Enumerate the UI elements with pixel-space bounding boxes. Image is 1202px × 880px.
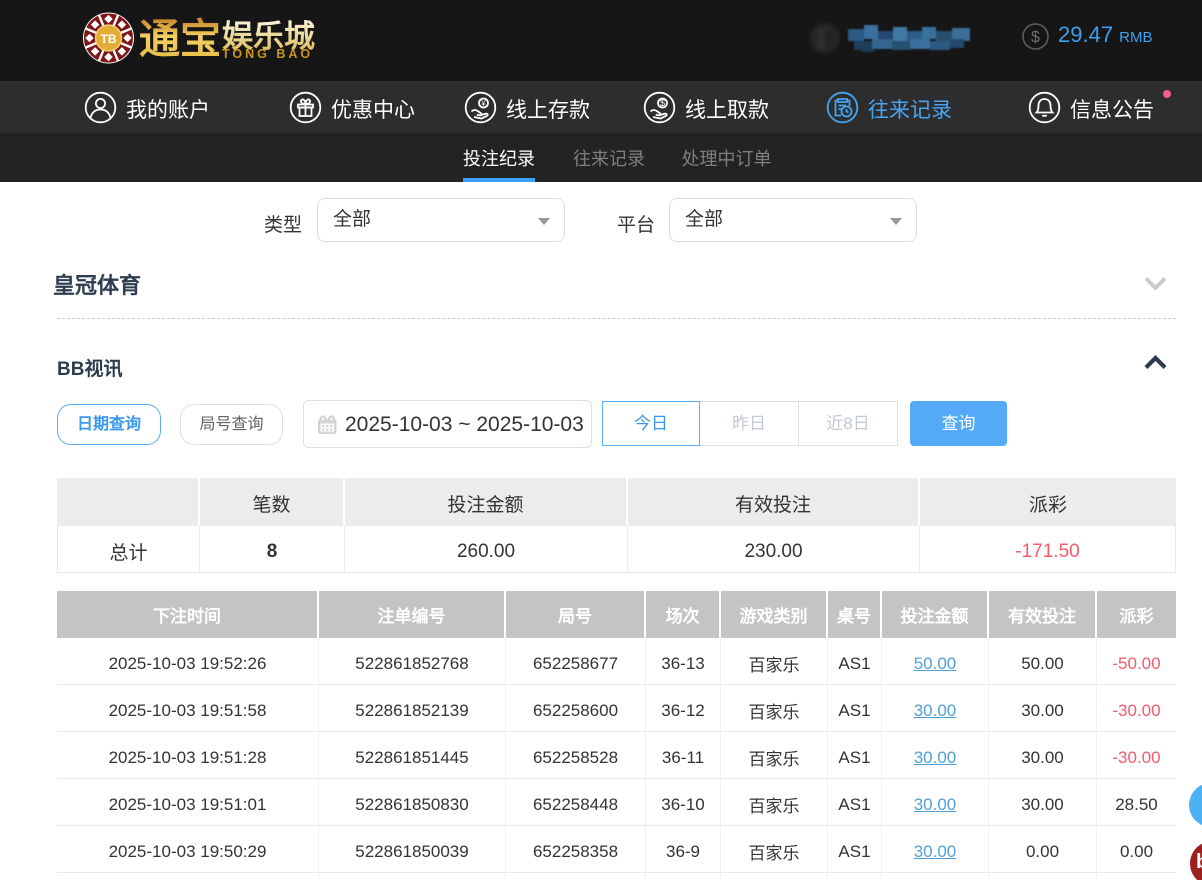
svg-text:TB: TB [101, 32, 117, 46]
svg-text:$: $ [660, 98, 665, 108]
svg-text:通宝: 通宝 [139, 16, 221, 62]
svg-text:$: $ [1031, 29, 1040, 46]
svg-text:TONG BAO: TONG BAO [222, 47, 313, 61]
svg-text:¥: ¥ [480, 98, 486, 107]
